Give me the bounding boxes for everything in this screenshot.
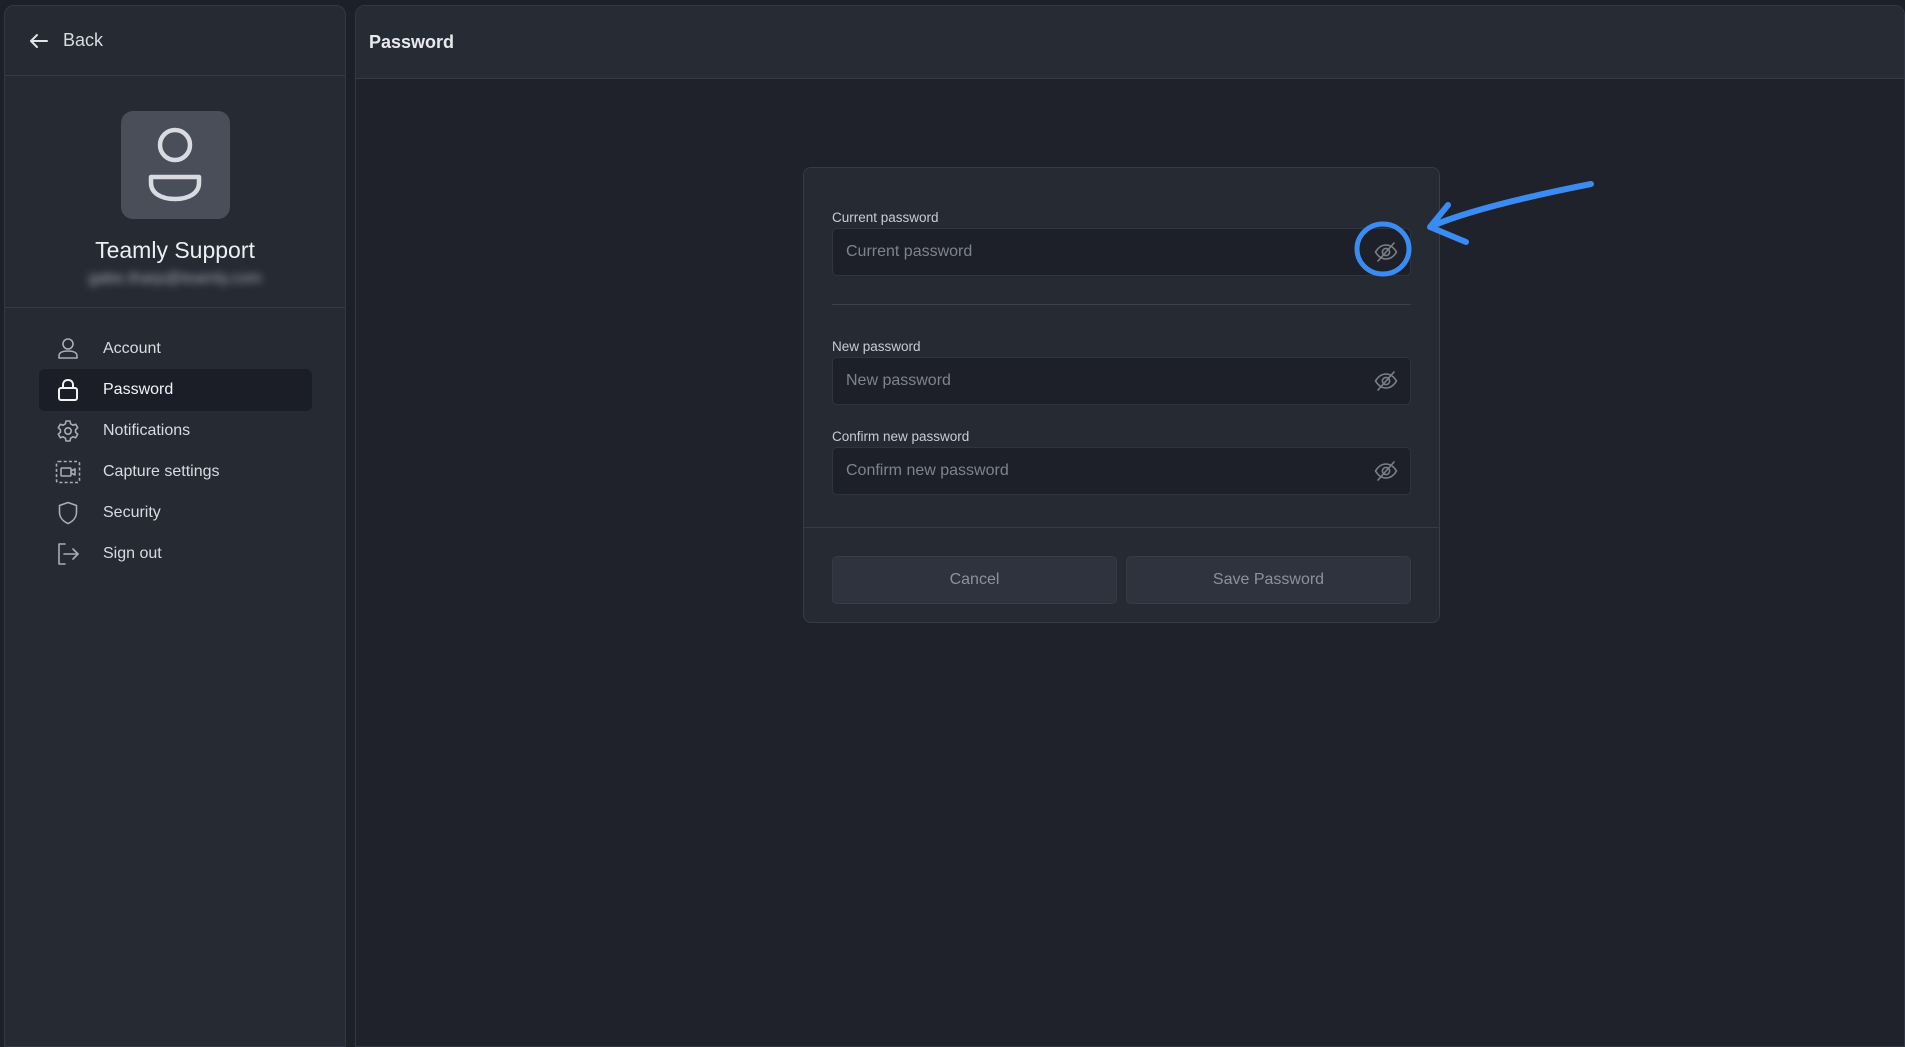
gear-icon bbox=[55, 418, 81, 444]
eye-off-icon bbox=[1373, 458, 1399, 484]
confirm-password-visibility-toggle[interactable] bbox=[1362, 447, 1410, 495]
confirm-password-label: Confirm new password bbox=[832, 429, 970, 444]
eye-off-icon bbox=[1373, 239, 1399, 265]
profile-section: Teamly Support gabe.tharp@teamly.com bbox=[5, 76, 345, 308]
profile-name: Teamly Support bbox=[95, 237, 255, 263]
password-form-card: Current password New password Confirm ne… bbox=[803, 167, 1440, 623]
current-password-label: Current password bbox=[832, 210, 939, 225]
sidebar-item-notifications[interactable]: Notifications bbox=[39, 410, 312, 452]
user-icon bbox=[55, 336, 81, 362]
confirm-password-field bbox=[832, 447, 1411, 495]
profile-email: gabe.tharp@teamly.com bbox=[88, 270, 262, 287]
confirm-password-input[interactable] bbox=[833, 448, 1362, 494]
avatar[interactable] bbox=[120, 111, 230, 219]
current-password-input[interactable] bbox=[833, 229, 1362, 275]
new-password-field bbox=[832, 357, 1411, 405]
sidebar-item-security[interactable]: Security bbox=[39, 492, 312, 534]
sidebar-item-label: Security bbox=[103, 504, 161, 521]
sidebar-item-label: Capture settings bbox=[103, 463, 220, 480]
eye-off-icon bbox=[1373, 368, 1399, 394]
cancel-button[interactable]: Cancel bbox=[832, 556, 1117, 604]
new-password-label: New password bbox=[832, 339, 921, 354]
lock-icon bbox=[55, 377, 81, 403]
save-password-button[interactable]: Save Password bbox=[1126, 556, 1411, 604]
current-password-visibility-toggle[interactable] bbox=[1362, 228, 1410, 276]
sidebar-item-sign-out[interactable]: Sign out bbox=[39, 533, 312, 575]
shield-icon bbox=[55, 500, 81, 526]
video-capture-icon bbox=[55, 459, 81, 485]
arrow-left-icon bbox=[27, 29, 51, 53]
new-password-visibility-toggle[interactable] bbox=[1362, 357, 1410, 405]
sidebar-item-label: Password bbox=[103, 381, 174, 398]
app-root: Back Teamly Support gabe.tharp@teamly.co… bbox=[0, 0, 1905, 1047]
sidebar-item-password[interactable]: Password bbox=[39, 369, 312, 411]
back-label: Back bbox=[63, 30, 104, 50]
sidebar-item-account[interactable]: Account bbox=[39, 328, 312, 370]
sidebar-item-label: Notifications bbox=[103, 422, 191, 439]
sidebar-item-capture-settings[interactable]: Capture settings bbox=[39, 451, 312, 493]
card-divider bbox=[832, 304, 1411, 305]
back-button[interactable]: Back bbox=[5, 6, 345, 76]
sign-out-icon bbox=[55, 541, 81, 567]
footer-divider bbox=[804, 527, 1439, 528]
sidebar-item-label: Account bbox=[103, 340, 161, 357]
settings-sidebar: Back Teamly Support gabe.tharp@teamly.co… bbox=[4, 5, 346, 1047]
sidebar-item-label: Sign out bbox=[103, 545, 162, 562]
new-password-input[interactable] bbox=[833, 358, 1362, 404]
settings-nav: Account Password Notifications Capture s… bbox=[5, 308, 345, 575]
current-password-field bbox=[832, 228, 1411, 276]
page-title: Password bbox=[369, 31, 455, 52]
main-panel: Password Current password New password C… bbox=[355, 5, 1905, 1047]
user-avatar-icon bbox=[143, 125, 207, 205]
main-header: Password bbox=[356, 6, 1904, 79]
